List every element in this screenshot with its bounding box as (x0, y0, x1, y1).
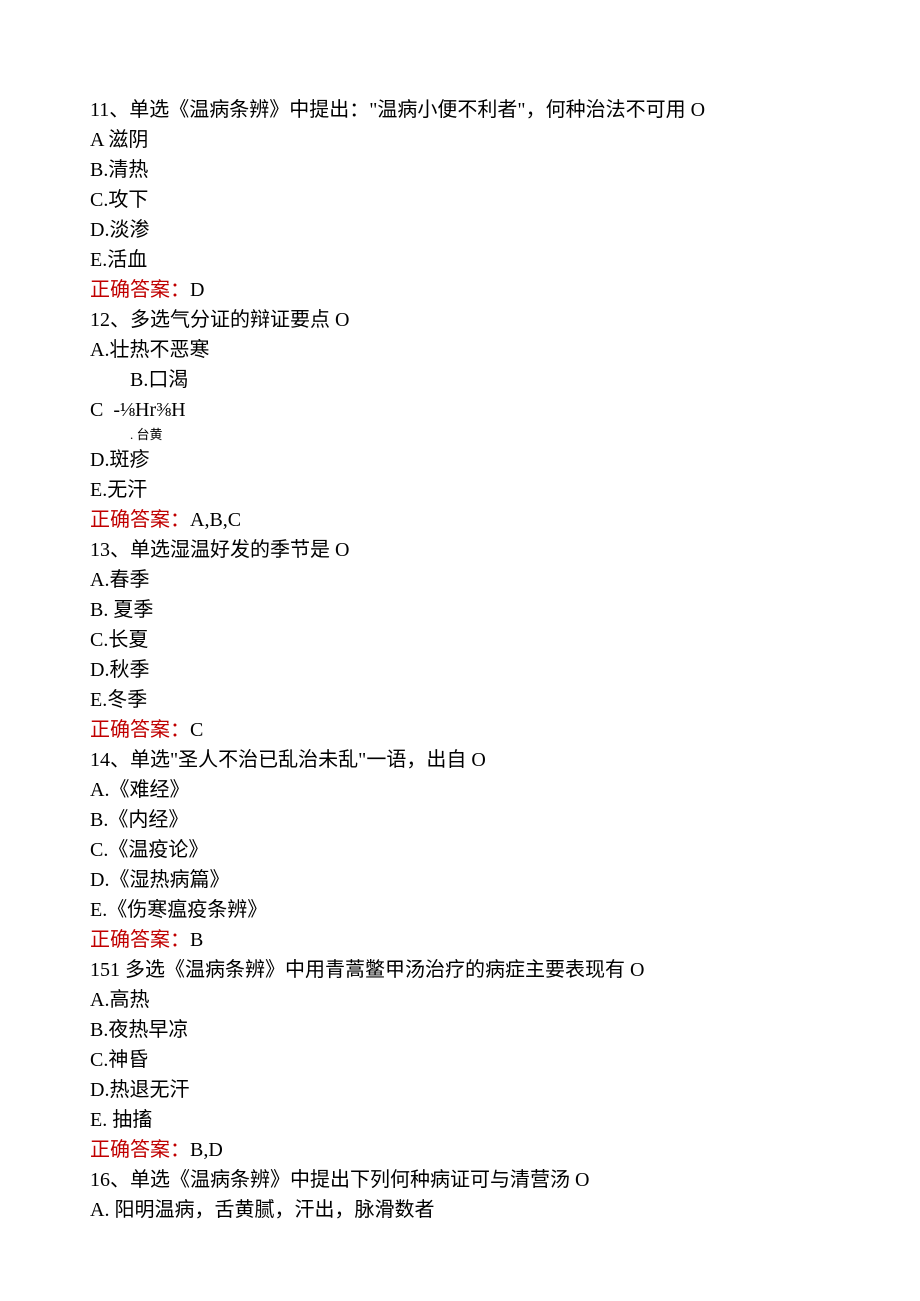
q11-option-a: A 滋阴 (90, 125, 920, 155)
q16-stem: 16、单选《温病条辨》中提出下列何种病证可与清营汤 O (90, 1165, 920, 1195)
q13-stem: 13、单选湿温好发的季节是 O (90, 535, 920, 565)
q16-option-a: A. 阳明温病，舌黄腻，汗出，脉滑数者 (90, 1195, 920, 1225)
q14-stem: 14、单选"圣人不治已乱治未乱"一语，出自 O (90, 745, 920, 775)
q12-option-c-main: C -⅛Hr⅜H (90, 395, 920, 425)
q11-option-d: D.淡渗 (90, 215, 920, 245)
q14-option-b: B.《内经》 (90, 805, 920, 835)
q15-stem: 151 多选《温病条辨》中用青蒿鳖甲汤治疗的病症主要表现有 O (90, 955, 920, 985)
q11-answer: 正确答案：D (90, 275, 920, 305)
q12-stem: 12、多选气分证的辩证要点 O (90, 305, 920, 335)
q15-option-b: B.夜热早凉 (90, 1015, 920, 1045)
q12-answer-label: 正确答案： (90, 509, 190, 531)
q12-answer: 正确答案：A,B,C (90, 505, 920, 535)
q14-answer-label: 正确答案： (90, 929, 190, 951)
q15-option-d: D.热退无汗 (90, 1075, 920, 1105)
q11-answer-value: D (190, 279, 204, 301)
q12-answer-value: A,B,C (190, 509, 241, 531)
q14-option-c: C.《温疫论》 (90, 835, 920, 865)
q11-option-b: B.清热 (90, 155, 920, 185)
q12-option-c-sub: . 台黄 (90, 425, 920, 445)
q14-answer-value: B (190, 929, 203, 951)
q15-answer: 正确答案：B,D (90, 1135, 920, 1165)
q13-option-b: B. 夏季 (90, 595, 920, 625)
q12-option-e: E.无汗 (90, 475, 920, 505)
q12-option-b: B.口渴 (90, 365, 920, 395)
q14-option-e: E.《伤寒瘟疫条辨》 (90, 895, 920, 925)
q13-answer-label: 正确答案： (90, 719, 190, 741)
q13-answer: 正确答案：C (90, 715, 920, 745)
q13-answer-value: C (190, 719, 203, 741)
q15-option-c: C.神昏 (90, 1045, 920, 1075)
q13-option-e: E.冬季 (90, 685, 920, 715)
q11-option-e: E.活血 (90, 245, 920, 275)
q12-option-d: D.斑疹 (90, 445, 920, 475)
q15-answer-label: 正确答案： (90, 1139, 190, 1161)
q14-option-d: D.《湿热病篇》 (90, 865, 920, 895)
q14-answer: 正确答案：B (90, 925, 920, 955)
q13-option-c: C.长夏 (90, 625, 920, 655)
q13-option-a: A.春季 (90, 565, 920, 595)
q12-option-a: A.壮热不恶寒 (90, 335, 920, 365)
q11-answer-label: 正确答案： (90, 279, 190, 301)
q11-stem: 11、单选《温病条辨》中提出："温病小便不利者"，何种治法不可用 O (90, 95, 920, 125)
q14-option-a: A.《难经》 (90, 775, 920, 805)
q15-answer-value: B,D (190, 1139, 223, 1161)
q15-option-e: E. 抽搐 (90, 1105, 920, 1135)
q15-option-a: A.高热 (90, 985, 920, 1015)
q13-option-d: D.秋季 (90, 655, 920, 685)
q11-option-c: C.攻下 (90, 185, 920, 215)
